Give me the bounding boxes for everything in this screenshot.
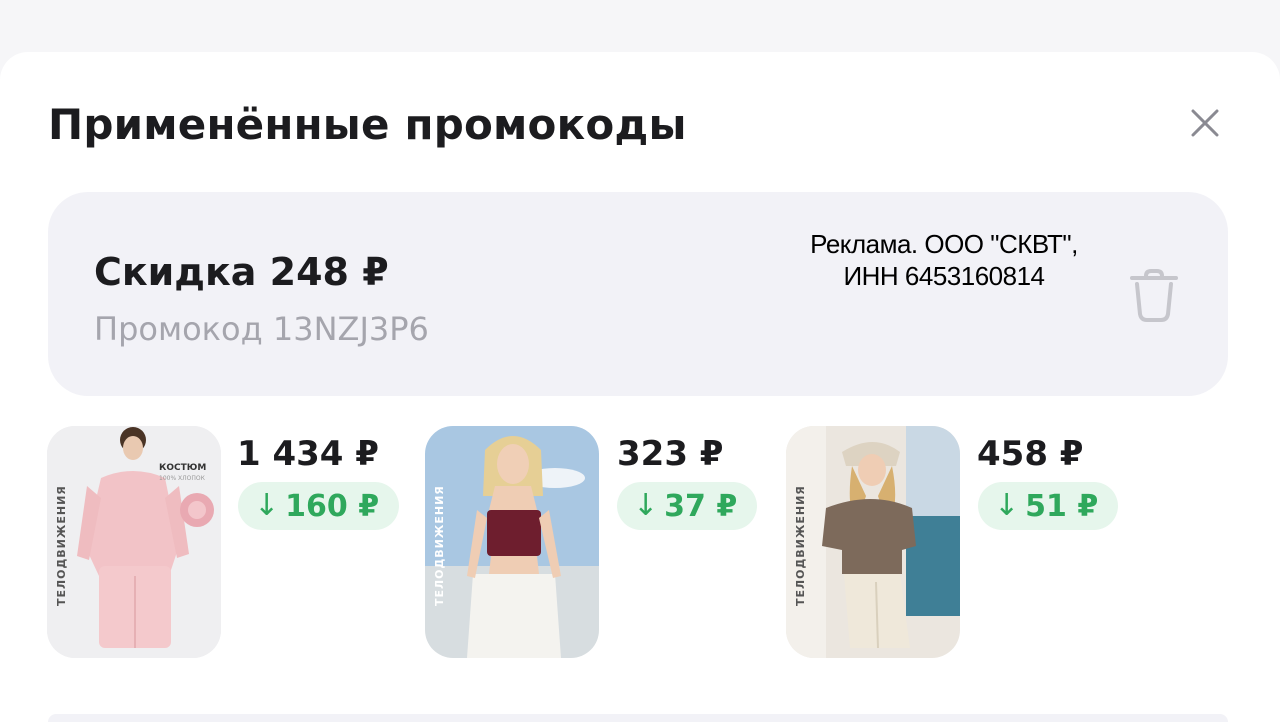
delete-promo-button[interactable] — [1126, 266, 1182, 326]
arrow-down-icon: ↓ — [994, 488, 1020, 523]
brand-watermark: ТЕЛОДВИЖЕНИЯ — [55, 485, 68, 606]
discount-value: 160 ₽ — [285, 488, 380, 524]
trash-icon — [1130, 269, 1178, 322]
product-price: 1 434 ₽ — [237, 434, 379, 474]
ad-disclaimer-line: Реклама. ООО "СКВТ", — [810, 229, 1078, 259]
product-price: 323 ₽ — [617, 434, 724, 474]
product-price: 458 ₽ — [977, 434, 1084, 474]
arrow-down-icon: ↓ — [633, 488, 659, 523]
product-photo-top: ТЕЛОДВИЖЕНИЯ — [425, 426, 599, 658]
discount-badge: ↓ 51 ₽ — [978, 482, 1119, 530]
discount-badge: ↓ 37 ₽ — [617, 482, 758, 530]
close-icon — [1191, 109, 1219, 137]
product-tag-sub: 100% ХЛОПОК — [159, 475, 206, 482]
next-card-edge — [48, 714, 1228, 722]
product-photo-suit: КОСТЮМ 100% ХЛОПОК ТЕЛОДВИЖЕНИЯ — [47, 426, 221, 658]
applied-promo-card: Скидка 248 ₽ Промокод 13NZJ3P6 Реклама. … — [48, 192, 1228, 396]
page-title: Применённые промокоды — [48, 100, 687, 149]
close-button[interactable] — [1184, 102, 1226, 144]
product-thumbnail[interactable]: КОСТЮМ 100% ХЛОПОК ТЕЛОДВИЖЕНИЯ — [47, 426, 221, 658]
ad-disclaimer: Реклама. ООО "СКВТ", ИНН 6453160814 — [744, 228, 1144, 292]
brand-watermark: ТЕЛОДВИЖЕНИЯ — [433, 485, 446, 606]
product-thumbnail[interactable]: ТЕЛОДВИЖЕНИЯ — [425, 426, 599, 658]
discount-amount: Скидка 248 ₽ — [94, 250, 389, 294]
discount-badge: ↓ 160 ₽ — [238, 482, 400, 530]
product-tag: КОСТЮМ — [159, 463, 206, 473]
discount-value: 51 ₽ — [1025, 488, 1099, 524]
ad-disclaimer-line: ИНН 6453160814 — [843, 261, 1045, 291]
product-photo-tshirt: ТЕЛОДВИЖЕНИЯ — [786, 426, 960, 658]
discount-value: 37 ₽ — [664, 488, 738, 524]
arrow-down-icon: ↓ — [254, 488, 280, 523]
product-thumbnail[interactable]: ТЕЛОДВИЖЕНИЯ — [786, 426, 960, 658]
brand-watermark: ТЕЛОДВИЖЕНИЯ — [794, 485, 807, 606]
promo-code-label: Промокод 13NZJ3P6 — [94, 310, 429, 348]
